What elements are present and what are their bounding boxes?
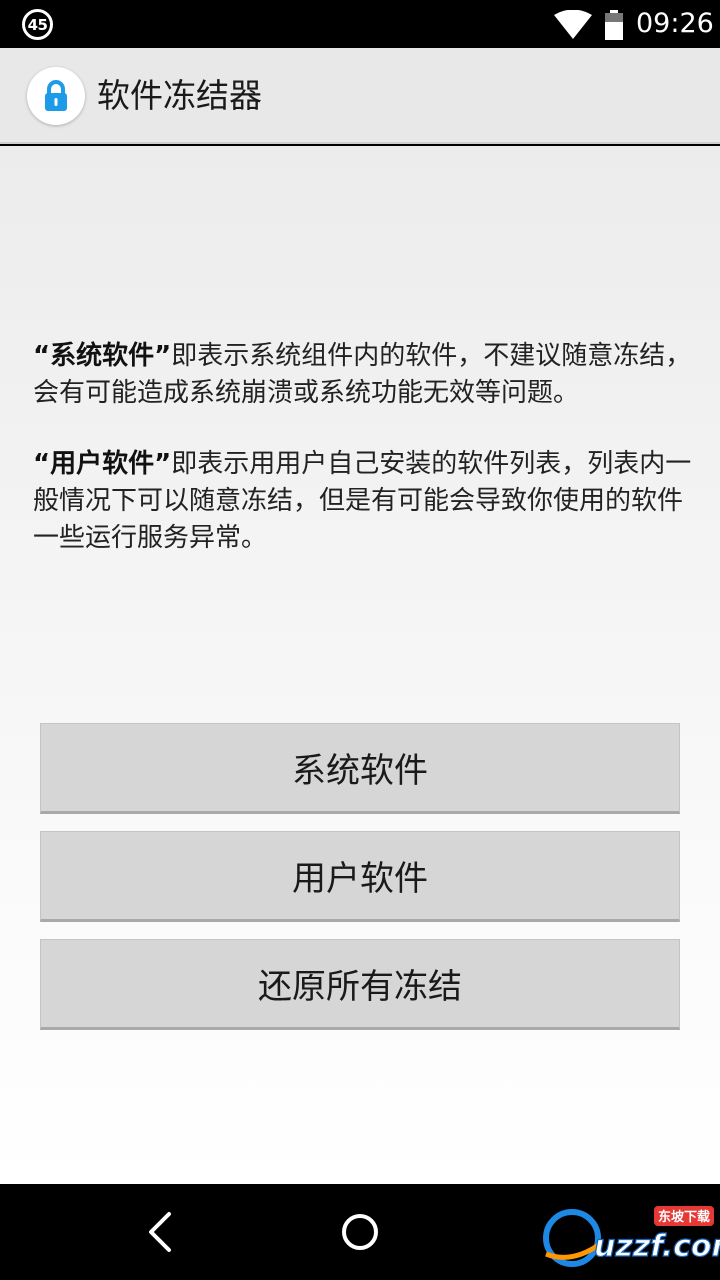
- svg-text:uzzf.com: uzzf.com: [594, 1229, 720, 1264]
- system-software-button[interactable]: 系统软件: [40, 723, 680, 814]
- status-bar: 45 09:26: [0, 0, 720, 48]
- restore-all-frozen-button[interactable]: 还原所有冻结: [40, 939, 680, 1030]
- system-software-description: “系统软件”即表示系统组件内的软件，不建议随意冻结，会有可能造成系统崩溃或系统功…: [33, 338, 693, 412]
- back-icon[interactable]: [143, 1211, 177, 1253]
- app-icon: [27, 67, 85, 125]
- app-bar: 软件冻结器: [0, 48, 720, 144]
- notification-count-badge: 45: [22, 9, 53, 40]
- user-software-description: “用户软件”即表示用用户自己安装的软件列表，列表内一般情况下可以随意冻结，但是有…: [33, 446, 693, 557]
- status-clock: 09:26: [636, 8, 714, 39]
- battery-icon: [605, 10, 623, 40]
- badge-count: 45: [27, 15, 48, 34]
- app-title: 软件冻结器: [97, 76, 262, 115]
- main-content: “系统软件”即表示系统组件内的软件，不建议随意冻结，会有可能造成系统崩溃或系统功…: [0, 146, 720, 1184]
- watermark-logo: uzzf.com 东坡下载: [543, 1206, 720, 1267]
- user-software-term: “用户软件”: [33, 449, 172, 479]
- navigation-bar: uzzf.com 东坡下载: [0, 1184, 720, 1280]
- user-software-button[interactable]: 用户软件: [40, 831, 680, 922]
- home-icon[interactable]: [340, 1212, 380, 1252]
- wifi-icon: [554, 10, 592, 39]
- screen: 45 09:26 软件冻结器 “系统软件”即表示系统组件内的软件，不建议随意冻结…: [0, 0, 720, 1280]
- system-software-term: “系统软件”: [33, 341, 172, 371]
- lock-icon: [45, 80, 67, 111]
- svg-text:东坡下载: 东坡下载: [658, 1209, 710, 1225]
